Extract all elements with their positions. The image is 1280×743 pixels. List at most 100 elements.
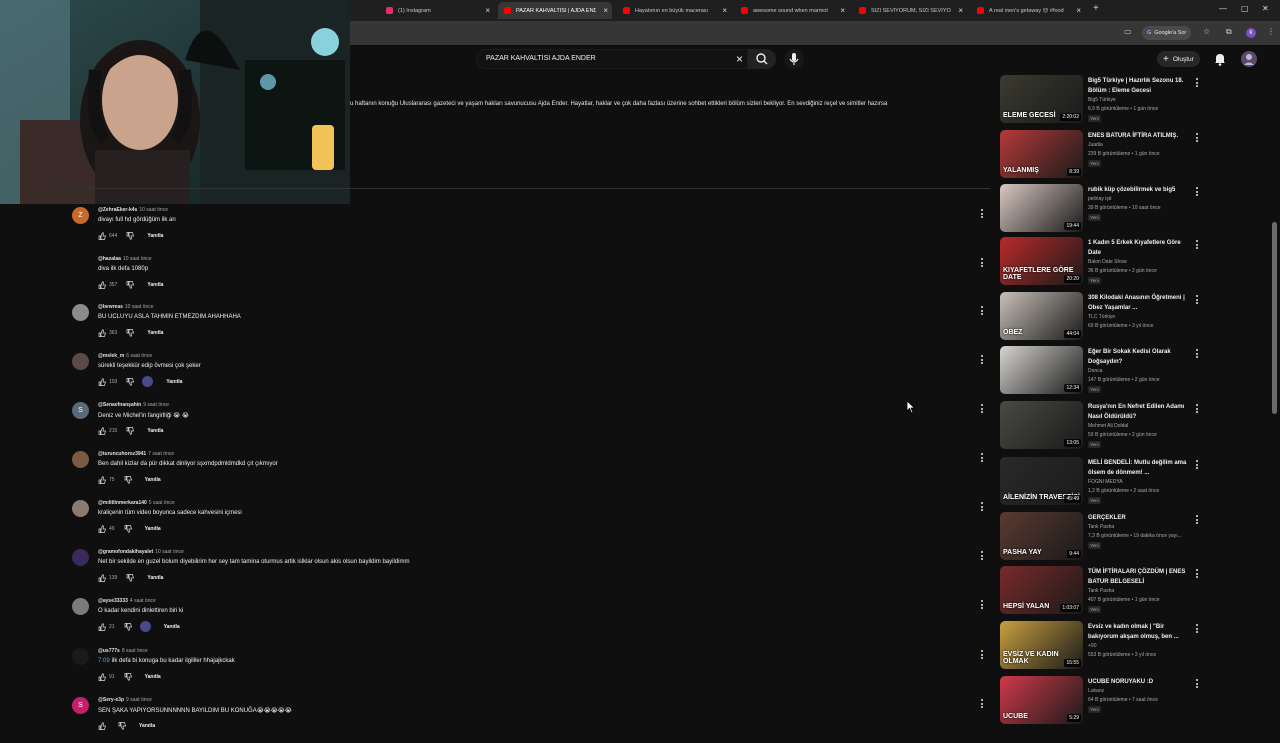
- video-thumbnail[interactable]: ELEME GECESİ 2:20:02: [1000, 75, 1083, 123]
- recommended-video[interactable]: YALANMIŞ 8:39 ENES BATURA İFTİRA ATILMIŞ. J…: [1000, 130, 1205, 182]
- thumbs-up-icon[interactable]: [98, 426, 106, 435]
- video-channel[interactable]: Tank Pasha: [1088, 524, 1114, 530]
- google-ask-button[interactable]: G Google'a Sor: [1142, 26, 1192, 40]
- video-title[interactable]: Eğer Bir Sokak Kedisi Olarak Doğsaydın?: [1088, 347, 1192, 367]
- comment-avatar[interactable]: [72, 353, 89, 370]
- comment-avatar[interactable]: [72, 549, 89, 566]
- recommended-video[interactable]: HEPSİ YALAN 1:03:07 TÜM İFTİRALARI ÇÖZDÜM …: [1000, 566, 1205, 618]
- close-tab-icon[interactable]: ×: [603, 6, 608, 15]
- video-more-icon[interactable]: [1194, 515, 1200, 527]
- video-thumbnail[interactable]: AİLENİZİN TRAVESTİSİ 45:49: [1000, 457, 1083, 505]
- comment-author[interactable]: @gramofondakihayalet: [98, 549, 153, 555]
- video-channel[interactable]: Big5 Türkiye: [1088, 97, 1116, 103]
- comment-avatar[interactable]: S: [72, 402, 89, 419]
- video-thumbnail[interactable]: OBEZ 44:04: [1000, 292, 1083, 340]
- comment-avatar[interactable]: Z: [72, 207, 89, 224]
- comment-time[interactable]: 10 saat önce: [123, 256, 152, 262]
- thumbs-down-icon[interactable]: [126, 328, 135, 337]
- close-tab-icon[interactable]: ×: [485, 6, 490, 15]
- reply-button[interactable]: Yanıtla: [145, 674, 161, 680]
- video-thumbnail[interactable]: UCUBE 5:29: [1000, 676, 1083, 724]
- thumbs-down-icon[interactable]: [124, 622, 132, 631]
- video-more-icon[interactable]: [1194, 460, 1200, 472]
- video-title[interactable]: UCUBE NORUYAKU :D: [1088, 677, 1192, 687]
- comment-time[interactable]: 10 saat önce: [125, 304, 154, 310]
- thumbs-up-icon[interactable]: [98, 573, 106, 582]
- page-scrollbar[interactable]: [1272, 222, 1277, 414]
- reply-button[interactable]: Yanıtla: [147, 282, 163, 288]
- reply-button[interactable]: Yanıtla: [139, 723, 155, 729]
- thumbs-up-icon[interactable]: [98, 622, 106, 631]
- thumbs-down-icon[interactable]: [126, 573, 135, 582]
- thumbs-down-icon[interactable]: [126, 426, 135, 435]
- video-more-icon[interactable]: [1194, 295, 1200, 307]
- comment-author[interactable]: @turuncuhoroz3941: [98, 451, 146, 457]
- reply-button[interactable]: Yanıtla: [147, 233, 163, 239]
- browser-menu-icon[interactable]: ⋮: [1267, 27, 1275, 36]
- video-thumbnail[interactable]: PASHA YAY 9:44: [1000, 512, 1083, 560]
- comment-time[interactable]: 10 saat önce: [155, 549, 184, 555]
- reply-button[interactable]: Yanıtla: [147, 575, 163, 581]
- bookmark-star-icon[interactable]: ☆: [1203, 27, 1210, 36]
- comment-time[interactable]: 7 saat önce: [148, 451, 174, 457]
- video-channel[interactable]: TLC Türkiye: [1088, 314, 1115, 320]
- thumbs-up-icon[interactable]: [98, 328, 106, 337]
- thumbs-down-icon[interactable]: [126, 377, 135, 386]
- close-window-icon[interactable]: ✕: [1262, 4, 1269, 13]
- thumbs-up-icon[interactable]: [98, 475, 106, 484]
- thumbs-down-icon[interactable]: [124, 475, 132, 484]
- comment-avatar[interactable]: [72, 598, 89, 615]
- create-button[interactable]: + Oluştur: [1157, 51, 1200, 67]
- comment-avatar[interactable]: S: [72, 697, 89, 714]
- thumbs-down-icon[interactable]: [124, 672, 132, 681]
- video-thumbnail[interactable]: KIYAFETLERE GÖRE DATE 20:20: [1000, 237, 1083, 285]
- notifications-button[interactable]: [1212, 51, 1228, 67]
- close-tab-icon[interactable]: ×: [840, 6, 845, 15]
- close-tab-icon[interactable]: ×: [1076, 6, 1081, 15]
- video-more-icon[interactable]: [1194, 240, 1200, 252]
- search-input[interactable]: [486, 55, 716, 62]
- video-channel[interactable]: pelinay işit: [1088, 196, 1111, 202]
- thumbs-up-icon[interactable]: [98, 231, 106, 240]
- recommended-video[interactable]: ELEME GECESİ 2:20:02 Big5 Türkiye | Hazırl…: [1000, 75, 1205, 127]
- clear-search-icon[interactable]: ×: [736, 52, 743, 66]
- comment-timestamp-link[interactable]: 7:09: [98, 658, 110, 664]
- thumbs-down-icon[interactable]: [126, 280, 135, 289]
- recommended-video[interactable]: OBEZ 44:04 308 Kilodaki Anasının Öğretmeni…: [1000, 292, 1205, 344]
- comment-more-icon[interactable]: [979, 258, 985, 270]
- comment-more-icon[interactable]: [979, 453, 985, 465]
- video-title[interactable]: 308 Kilodaki Anasının Öğretmeni | Obez Y…: [1088, 293, 1192, 313]
- reply-button[interactable]: Yanıtla: [147, 428, 163, 434]
- comment-author[interactable]: @hazalaa: [98, 256, 121, 262]
- search-button[interactable]: [748, 49, 776, 69]
- comment-author[interactable]: @ayse33333: [98, 598, 128, 604]
- video-thumbnail[interactable]: 12:34: [1000, 346, 1083, 394]
- comment-avatar[interactable]: [72, 451, 89, 468]
- video-title[interactable]: 1 Kadın 5 Erkek Kıyafetlere Göre Date: [1088, 238, 1192, 258]
- comment-time[interactable]: 10 saat önce: [139, 207, 168, 213]
- close-tab-icon[interactable]: ×: [958, 6, 963, 15]
- thumbs-up-icon[interactable]: [98, 721, 106, 730]
- recommended-video[interactable]: AİLENİZİN TRAVESTİSİ 45:49 MELİ BENDELİ: M…: [1000, 457, 1205, 509]
- comment-time[interactable]: 8 saat önce: [122, 648, 148, 654]
- comment-author[interactable]: @melek_m: [98, 353, 124, 359]
- video-channel[interactable]: Juadia: [1088, 142, 1103, 148]
- thumbs-up-icon[interactable]: [98, 524, 106, 533]
- comment-more-icon[interactable]: [979, 600, 985, 612]
- comment-avatar[interactable]: [72, 500, 89, 517]
- comment-time[interactable]: 9 saat önce: [143, 402, 169, 408]
- video-channel[interactable]: Mehmet Ali Doldal: [1088, 423, 1128, 429]
- thumbs-down-icon[interactable]: [118, 721, 126, 730]
- recommended-video[interactable]: KIYAFETLERE GÖRE DATE 20:20 1 Kadın 5 Erke…: [1000, 237, 1205, 289]
- comment-author[interactable]: @ZehraEker-k4s: [98, 207, 137, 213]
- video-thumbnail[interactable]: YALANMIŞ 8:39: [1000, 130, 1083, 178]
- video-title[interactable]: Big5 Türkiye | Hazırlık Sezonu 18. Bölüm…: [1088, 76, 1192, 96]
- comment-author[interactable]: @mılitlinmerkara140: [98, 500, 147, 506]
- recommended-video[interactable]: UCUBE 5:29 UCUBE NORUYAKU :D Lukanz 64 B gör…: [1000, 676, 1205, 728]
- close-tab-icon[interactable]: ×: [722, 6, 727, 15]
- comment-time[interactable]: 5 saat önce: [149, 500, 175, 506]
- comment-more-icon[interactable]: [979, 699, 985, 711]
- extensions-icon[interactable]: ⧉: [1226, 27, 1232, 37]
- comment-time[interactable]: 6 saat önce: [126, 353, 152, 359]
- comment-avatar[interactable]: [72, 304, 89, 321]
